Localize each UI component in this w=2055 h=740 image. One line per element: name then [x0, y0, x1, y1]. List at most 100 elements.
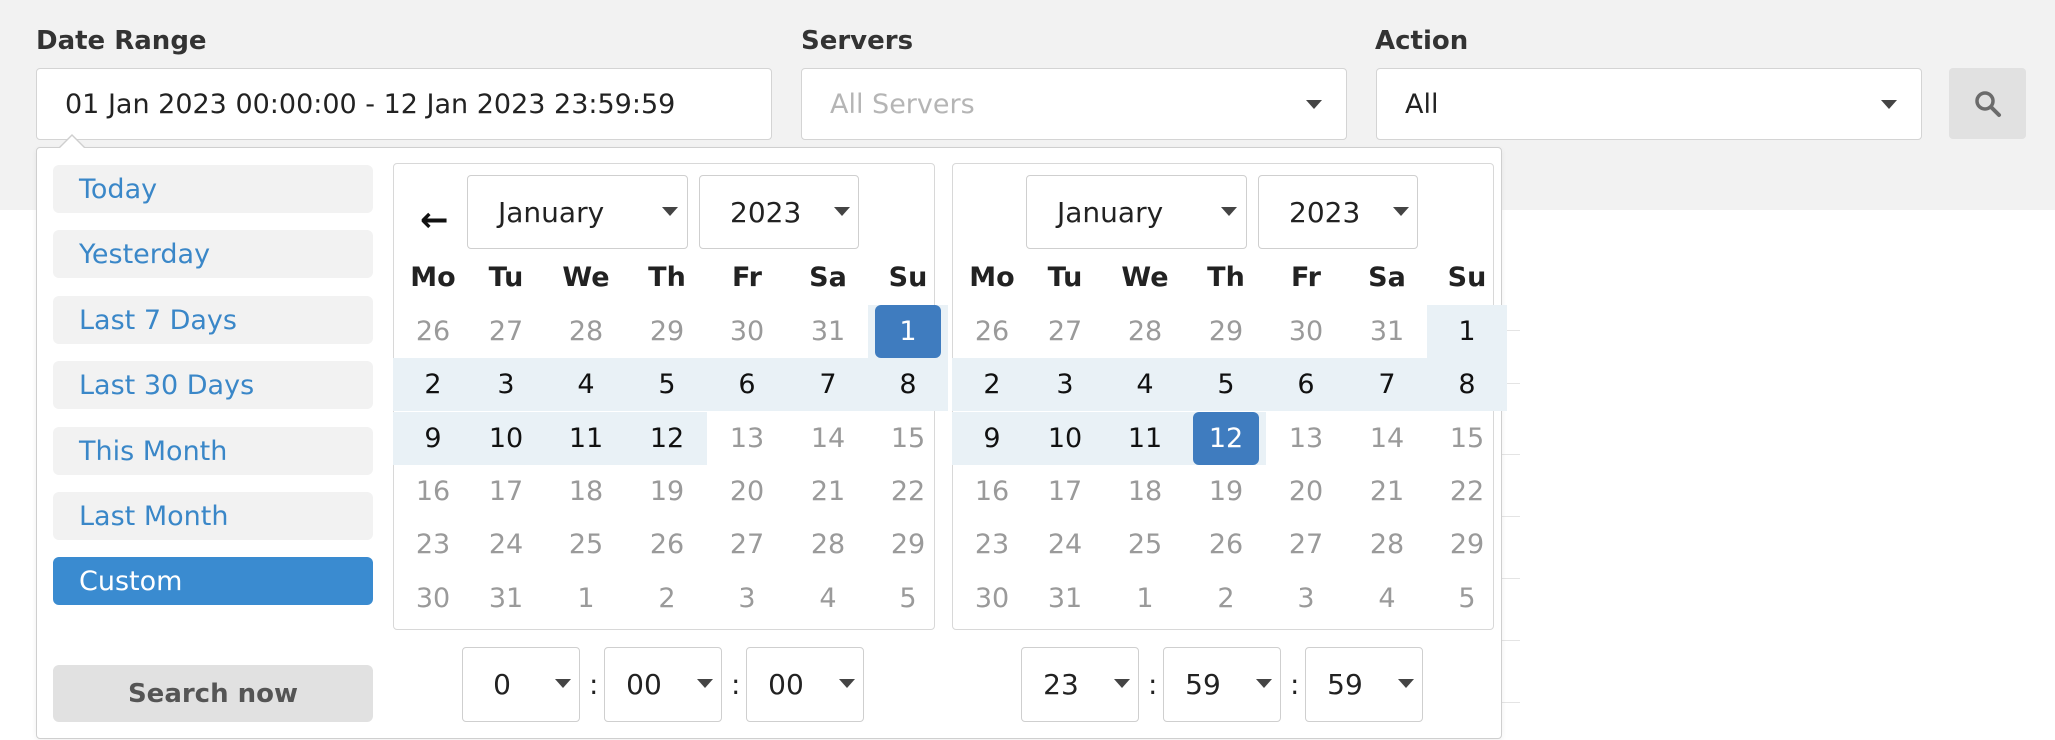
- day-cell[interactable]: 2: [393, 358, 473, 411]
- day-cell[interactable]: 2: [1186, 572, 1266, 625]
- day-cell[interactable]: 29: [868, 518, 948, 571]
- day-cell[interactable]: 6: [707, 358, 787, 411]
- day-cell[interactable]: 18: [546, 465, 626, 518]
- day-cell[interactable]: 11: [1105, 412, 1185, 465]
- day-cell[interactable]: 3: [1025, 358, 1105, 411]
- day-cell[interactable]: 29: [627, 305, 707, 358]
- search-button[interactable]: [1949, 68, 2026, 139]
- hour-select[interactable]: 23: [1021, 647, 1139, 722]
- hour-select[interactable]: 0: [462, 647, 580, 722]
- day-cell[interactable]: 12: [1193, 412, 1259, 465]
- day-cell[interactable]: 30: [707, 305, 787, 358]
- day-cell[interactable]: 7: [1347, 358, 1427, 411]
- day-cell[interactable]: 30: [393, 572, 473, 625]
- range-last-30-days[interactable]: Last 30 Days: [53, 361, 373, 409]
- second-select[interactable]: 59: [1305, 647, 1423, 722]
- day-cell[interactable]: 5: [1427, 572, 1507, 625]
- day-cell[interactable]: 31: [1347, 305, 1427, 358]
- day-cell[interactable]: 24: [466, 518, 546, 571]
- day-cell[interactable]: 25: [546, 518, 626, 571]
- day-cell[interactable]: 10: [466, 412, 546, 465]
- day-cell[interactable]: 22: [1427, 465, 1507, 518]
- day-cell[interactable]: 16: [952, 465, 1032, 518]
- day-cell[interactable]: 7: [788, 358, 868, 411]
- month-select[interactable]: January: [467, 175, 688, 249]
- day-cell[interactable]: 26: [952, 305, 1032, 358]
- prev-month-icon[interactable]: ←: [420, 200, 449, 240]
- day-cell[interactable]: 21: [1347, 465, 1427, 518]
- day-cell[interactable]: 8: [868, 358, 948, 411]
- range-yesterday[interactable]: Yesterday: [53, 230, 373, 278]
- day-cell[interactable]: 15: [1427, 412, 1507, 465]
- day-cell[interactable]: 5: [627, 358, 707, 411]
- date-range-input[interactable]: 01 Jan 2023 00:00:00 - 12 Jan 2023 23:59…: [36, 68, 772, 140]
- day-cell[interactable]: 3: [707, 572, 787, 625]
- day-cell[interactable]: 12: [627, 412, 707, 465]
- day-cell[interactable]: 1: [875, 305, 941, 358]
- day-cell[interactable]: 27: [707, 518, 787, 571]
- minute-select[interactable]: 59: [1163, 647, 1281, 722]
- day-cell[interactable]: 25: [1105, 518, 1185, 571]
- day-cell[interactable]: 31: [466, 572, 546, 625]
- year-select[interactable]: 2023: [699, 175, 859, 249]
- day-cell[interactable]: 13: [707, 412, 787, 465]
- day-cell[interactable]: 19: [627, 465, 707, 518]
- day-cell[interactable]: 18: [1105, 465, 1185, 518]
- month-select[interactable]: January: [1026, 175, 1247, 249]
- day-cell[interactable]: 27: [1025, 305, 1105, 358]
- day-cell[interactable]: 3: [466, 358, 546, 411]
- day-cell[interactable]: 4: [788, 572, 868, 625]
- range-today[interactable]: Today: [53, 165, 373, 213]
- servers-select[interactable]: All Servers: [801, 68, 1347, 140]
- day-cell[interactable]: 14: [788, 412, 868, 465]
- day-cell[interactable]: 10: [1025, 412, 1105, 465]
- second-select[interactable]: 00: [746, 647, 864, 722]
- day-cell[interactable]: 4: [1347, 572, 1427, 625]
- day-cell[interactable]: 13: [1266, 412, 1346, 465]
- day-cell[interactable]: 5: [868, 572, 948, 625]
- day-cell[interactable]: 3: [1266, 572, 1346, 625]
- day-cell[interactable]: 30: [1266, 305, 1346, 358]
- day-cell[interactable]: 8: [1427, 358, 1507, 411]
- day-cell[interactable]: 26: [393, 305, 473, 358]
- day-cell[interactable]: 29: [1186, 305, 1266, 358]
- day-cell[interactable]: 23: [393, 518, 473, 571]
- day-cell[interactable]: 5: [1186, 358, 1266, 411]
- search-now-button[interactable]: Search now: [53, 665, 373, 722]
- day-cell[interactable]: 9: [393, 412, 473, 465]
- action-select[interactable]: All: [1376, 68, 1922, 140]
- day-cell[interactable]: 27: [1266, 518, 1346, 571]
- day-cell[interactable]: 26: [627, 518, 707, 571]
- day-cell[interactable]: 31: [1025, 572, 1105, 625]
- day-cell[interactable]: 1: [546, 572, 626, 625]
- day-cell[interactable]: 27: [466, 305, 546, 358]
- day-cell[interactable]: 21: [788, 465, 868, 518]
- range-last-month[interactable]: Last Month: [53, 492, 373, 540]
- day-cell[interactable]: 19: [1186, 465, 1266, 518]
- day-cell[interactable]: 22: [868, 465, 948, 518]
- day-cell[interactable]: 17: [466, 465, 546, 518]
- day-cell[interactable]: 1: [1105, 572, 1185, 625]
- day-cell[interactable]: 17: [1025, 465, 1105, 518]
- range-last-7-days[interactable]: Last 7 Days: [53, 296, 373, 344]
- minute-select[interactable]: 00: [604, 647, 722, 722]
- year-select[interactable]: 2023: [1258, 175, 1418, 249]
- day-cell[interactable]: 1: [1427, 305, 1507, 358]
- day-cell[interactable]: 28: [1347, 518, 1427, 571]
- day-cell[interactable]: 24: [1025, 518, 1105, 571]
- day-cell[interactable]: 29: [1427, 518, 1507, 571]
- day-cell[interactable]: 28: [788, 518, 868, 571]
- day-cell[interactable]: 16: [393, 465, 473, 518]
- day-cell[interactable]: 30: [952, 572, 1032, 625]
- day-cell[interactable]: 4: [1105, 358, 1185, 411]
- day-cell[interactable]: 14: [1347, 412, 1427, 465]
- day-cell[interactable]: 9: [952, 412, 1032, 465]
- day-cell[interactable]: 28: [1105, 305, 1185, 358]
- range-this-month[interactable]: This Month: [53, 427, 373, 475]
- day-cell[interactable]: 4: [546, 358, 626, 411]
- day-cell[interactable]: 6: [1266, 358, 1346, 411]
- day-cell[interactable]: 26: [1186, 518, 1266, 571]
- day-cell[interactable]: 11: [546, 412, 626, 465]
- range-custom[interactable]: Custom: [53, 557, 373, 605]
- day-cell[interactable]: 20: [1266, 465, 1346, 518]
